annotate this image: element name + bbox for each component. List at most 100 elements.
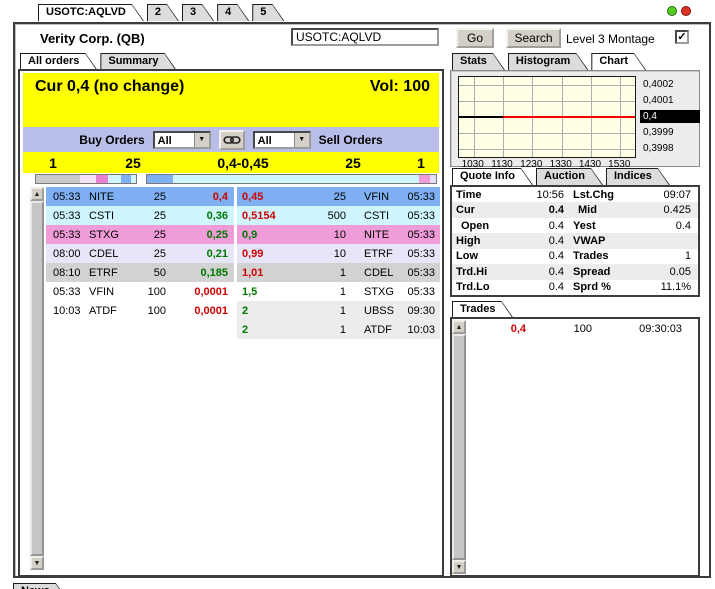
book-row: 10:03 ATDF 100 0,0001 2 1 UBSS 09:30: [46, 301, 440, 320]
orders-tab-summary[interactable]: Summary: [100, 53, 176, 70]
bid-row[interactable]: 05:33 CSTI 25 0,36: [46, 206, 234, 225]
window-tab-3[interactable]: 3: [182, 4, 214, 21]
scrollbar-thumb[interactable]: [30, 201, 44, 556]
window-tab-4[interactable]: 4: [217, 4, 249, 21]
quote-tab-label: Auction: [537, 169, 602, 185]
trades-scrollbar[interactable]: ▲ ▼: [452, 320, 466, 574]
trade-time: 09:30:03: [639, 322, 682, 335]
ask-size: 500: [327, 209, 346, 222]
scrollbar-thumb[interactable]: [452, 334, 466, 560]
window-tab-usotc-aqlvd[interactable]: USOTC:AQLVD: [38, 4, 144, 21]
window-tab-5[interactable]: 5: [252, 4, 284, 21]
bid-row[interactable]: 08:00 CDEL 25 0,21: [46, 244, 234, 263]
ask-row[interactable]: 2 1 UBSS 09:30: [237, 301, 440, 320]
analysis-tab-histogram[interactable]: Histogram: [508, 53, 588, 70]
scroll-down-button[interactable]: ▼: [452, 560, 466, 574]
quote-tab-quote-info[interactable]: Quote Info: [452, 168, 533, 185]
window-tab-2[interactable]: 2: [147, 4, 179, 21]
ask-row[interactable]: 0,5154 500 CSTI 05:33: [237, 206, 440, 225]
bid-row[interactable]: 08:10 ETRF 50 0,185: [46, 263, 234, 282]
quote-value: 0.4: [548, 250, 564, 263]
analysis-tab-stats[interactable]: Stats: [452, 53, 505, 70]
chart-plot-area: [458, 76, 636, 158]
ask-market-maker: UBSS: [364, 304, 394, 317]
quote-info-table: Time 10:56 Lst.Chg 09:07 Cur 0.4 Mid 0.425 Open 0…: [450, 185, 700, 297]
link-filters-button[interactable]: [218, 129, 245, 150]
tab-news[interactable]: News: [13, 583, 68, 589]
quote-tab-indices[interactable]: Indices: [606, 168, 670, 185]
ask-time: 09:30: [407, 304, 435, 317]
sell-filter-dropdown[interactable]: All ▼: [252, 130, 311, 149]
window-tab-label: USOTC:AQLVD: [39, 5, 143, 21]
orders-tab-all-orders[interactable]: All orders: [20, 53, 97, 70]
bid-time: 10:03: [53, 304, 81, 317]
orders-tab-label: All orders: [21, 54, 96, 70]
orderbook-scrollbar[interactable]: ▲ ▼: [30, 187, 44, 570]
quote-row: Trd.Hi 0.4 Spread 0.05: [452, 264, 698, 280]
scroll-up-button[interactable]: ▲: [452, 320, 466, 334]
bid-row[interactable]: 05:33 STXG 25 0,25: [46, 225, 234, 244]
trade-list: 0,4 100 09:30:03: [466, 320, 696, 337]
chevron-down-icon[interactable]: ▼: [193, 132, 209, 147]
quote-value: 0.4: [548, 281, 564, 294]
bid-time: 08:00: [53, 247, 81, 260]
gridline: [459, 133, 635, 134]
ask-row[interactable]: 0,45 25 VFIN 05:33: [237, 187, 440, 206]
chevron-down-icon[interactable]: ▼: [293, 132, 309, 147]
chain-link-icon: [223, 135, 241, 144]
depth-segment: [121, 175, 131, 183]
bid-size: 25: [153, 228, 166, 241]
trade-size: 100: [573, 322, 592, 335]
ask-row[interactable]: 1,01 1 CDEL 05:33: [237, 263, 440, 282]
depth-segment: [96, 175, 108, 183]
ask-row[interactable]: 1,5 1 STXG 05:33: [237, 282, 440, 301]
news-tab-strip: News: [13, 583, 71, 589]
level3-montage-checkbox[interactable]: ✓: [675, 30, 689, 44]
symbol-input[interactable]: [291, 28, 439, 46]
window-tab-label: 5: [253, 5, 283, 21]
scrollbar-track[interactable]: [452, 334, 466, 560]
ask-row[interactable]: 2 1 ATDF 10:03: [237, 320, 440, 339]
quote-label: Lst.Chg: [573, 188, 614, 201]
bid-row[interactable]: 05:33 VFIN 100 0,0001: [46, 282, 234, 301]
buy-orders-label: Buy Orders: [79, 132, 145, 147]
bid-row[interactable]: 10:03 ATDF 100 0,0001: [46, 301, 234, 320]
buy-filter-dropdown[interactable]: All ▼: [152, 130, 211, 149]
scroll-down-button[interactable]: ▼: [30, 556, 44, 570]
bid-row[interactable]: 05:33 NITE 25 0,4: [46, 187, 234, 206]
go-button[interactable]: Go: [456, 28, 494, 48]
ask-market-maker: ETRF: [364, 247, 393, 260]
tab-label: News: [14, 584, 67, 589]
quote-label: Mid: [578, 204, 597, 217]
level3-montage-window: USOTC:AQLVD2345 Verity Corp. (QB) Go Sea…: [0, 0, 715, 589]
depth-segment: [36, 175, 80, 183]
ask-row[interactable]: 0,99 10 ETRF 05:33: [237, 244, 440, 263]
bid-price: 0,0001: [194, 285, 228, 298]
ask-row[interactable]: 0,9 10 NITE 05:33: [237, 225, 440, 244]
gridline: [459, 85, 635, 86]
analysis-tab-chart[interactable]: Chart: [591, 53, 646, 70]
bid-time: 05:33: [53, 228, 81, 241]
bid-time: 05:33: [53, 209, 81, 222]
y-tick-label: 0,3999: [643, 126, 674, 138]
scroll-up-button[interactable]: ▲: [30, 187, 44, 201]
analysis-tab-label: Stats: [453, 54, 504, 70]
trade-row[interactable]: 0,4 100 09:30:03: [466, 320, 696, 337]
tab-trades[interactable]: Trades: [452, 301, 513, 318]
window-tab-label: 4: [218, 5, 248, 21]
ask-time: 05:33: [407, 266, 435, 279]
bid-price: 0,0001: [194, 304, 228, 317]
quote-label: Open: [461, 219, 490, 232]
quote-value: 0.4: [675, 219, 691, 232]
symbol-tab-strip: USOTC:AQLVD 2 3 4 5: [38, 4, 287, 22]
book-summary-row: 1 25 0,4-0,45 25 1: [23, 152, 439, 173]
bid-market-maker: STXG: [89, 228, 119, 241]
quote-tab-auction[interactable]: Auction: [536, 168, 603, 185]
search-button[interactable]: Search: [506, 28, 561, 48]
scrollbar-track[interactable]: [30, 201, 44, 556]
ask-market-maker: VFIN: [364, 190, 390, 203]
bid-time: 05:33: [53, 285, 81, 298]
ask-size: 1: [339, 285, 346, 298]
gridline: [459, 149, 635, 150]
ask-price: 1,01: [242, 266, 264, 279]
